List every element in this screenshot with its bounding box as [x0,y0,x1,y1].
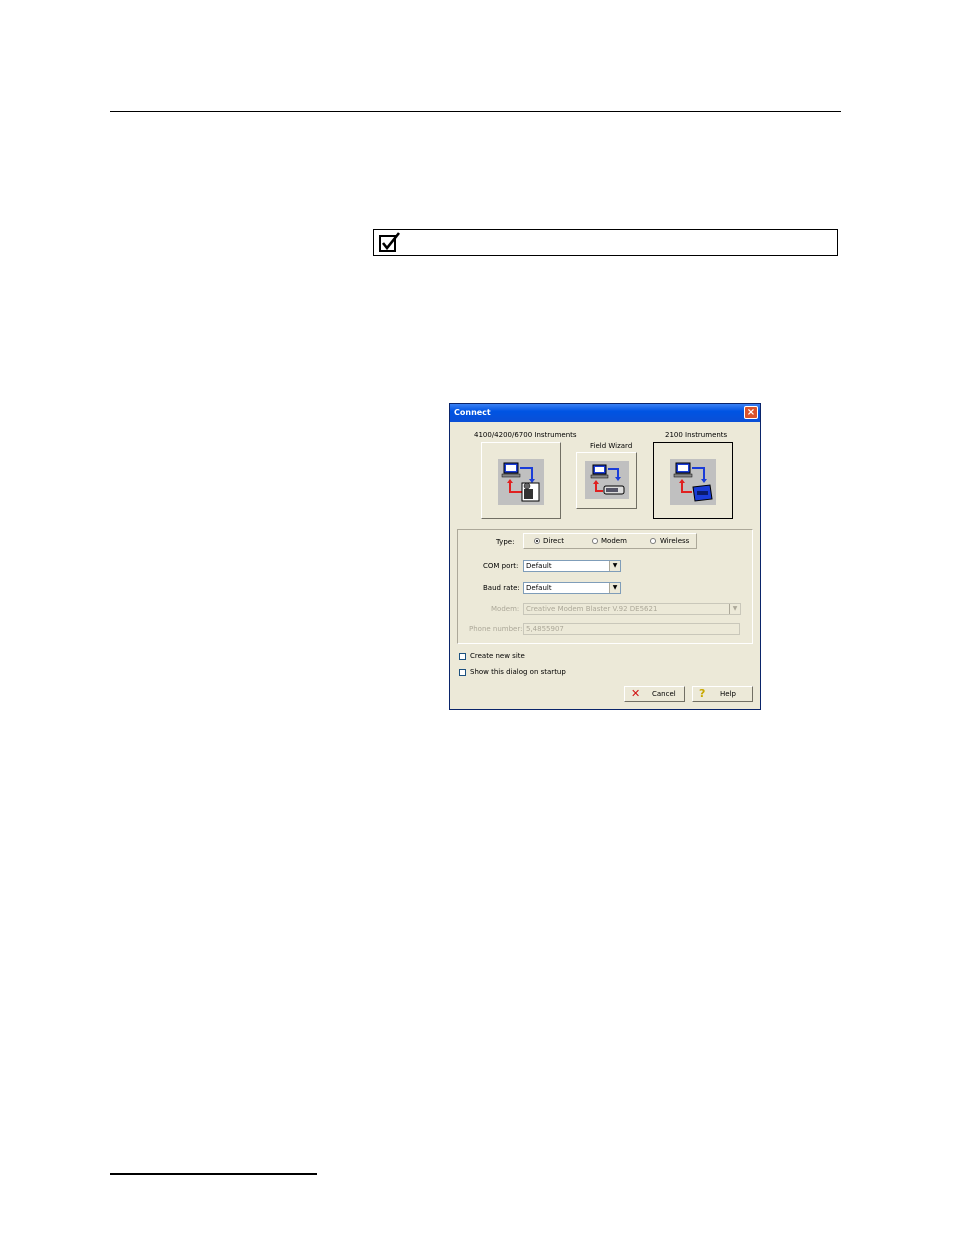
dialog-titlebar: Connect × [450,404,760,422]
com-port-label: COM port: [483,562,519,570]
footnote-rule [110,1173,317,1175]
type-option-direct[interactable]: Direct [543,537,564,545]
type-option-wireless[interactable]: Wireless [660,537,689,545]
phone-number-input[interactable]: 5,4855907 [523,623,740,635]
cancel-button-label: Cancel [652,690,676,698]
close-button[interactable]: × [744,406,758,419]
computer-link-icon [501,462,540,502]
modem-value: Creative Modem Blaster V.92 DE5621 [526,605,658,613]
checkbox-checked-icon [379,232,401,252]
show-dialog-label[interactable]: Show this dialog on startup [470,668,566,676]
baud-rate-select[interactable]: Default ▼ [523,582,621,594]
baud-rate-value: Default [526,584,552,592]
chevron-down-icon[interactable]: ▼ [729,604,740,614]
com-port-select[interactable]: Default ▼ [523,560,621,572]
note-box [373,229,838,256]
instrument-label-4100: 4100/4200/6700 Instruments [474,431,577,439]
type-label: Type: [496,538,515,546]
type-radio-modem[interactable] [592,538,598,544]
modem-label: Modem: [491,605,520,613]
dialog-title: Connect [454,408,491,417]
close-icon: × [746,407,756,418]
com-port-value: Default [526,562,552,570]
type-option-modem[interactable]: Modem [601,537,627,545]
help-button-label: Help [720,690,736,698]
computer-link-icon [590,464,625,495]
phone-number-value: 5,4855907 [526,625,564,633]
create-new-site-label[interactable]: Create new site [470,652,525,660]
instrument-2100-button[interactable] [653,442,733,519]
cancel-x-icon: ✕ [631,687,641,700]
instrument-label-2100: 2100 Instruments [665,431,728,439]
create-new-site-checkbox[interactable] [459,653,466,660]
help-question-icon: ? [699,687,706,700]
instrument-4100-button[interactable] [481,442,561,519]
connect-dialog: Connect × 4100/4200/6700 Instruments Fie… [449,403,761,710]
show-dialog-checkbox[interactable] [459,669,466,676]
type-radio-wireless[interactable] [650,538,656,544]
header-rule [110,111,841,112]
help-button[interactable]: ? Help [692,686,753,702]
modem-select[interactable]: Creative Modem Blaster V.92 DE5621 ▼ [523,603,741,615]
cancel-button[interactable]: ✕ Cancel [624,686,685,702]
type-radio-direct[interactable] [534,538,540,544]
phone-number-label: Phone number: [469,625,523,633]
field-wizard-button[interactable] [576,452,637,509]
computer-link-icon [673,462,713,502]
instrument-label-field-wizard: Field Wizard [590,442,633,450]
chevron-down-icon[interactable]: ▼ [609,561,620,571]
baud-rate-label: Baud rate: [483,584,520,592]
chevron-down-icon[interactable]: ▼ [609,583,620,593]
